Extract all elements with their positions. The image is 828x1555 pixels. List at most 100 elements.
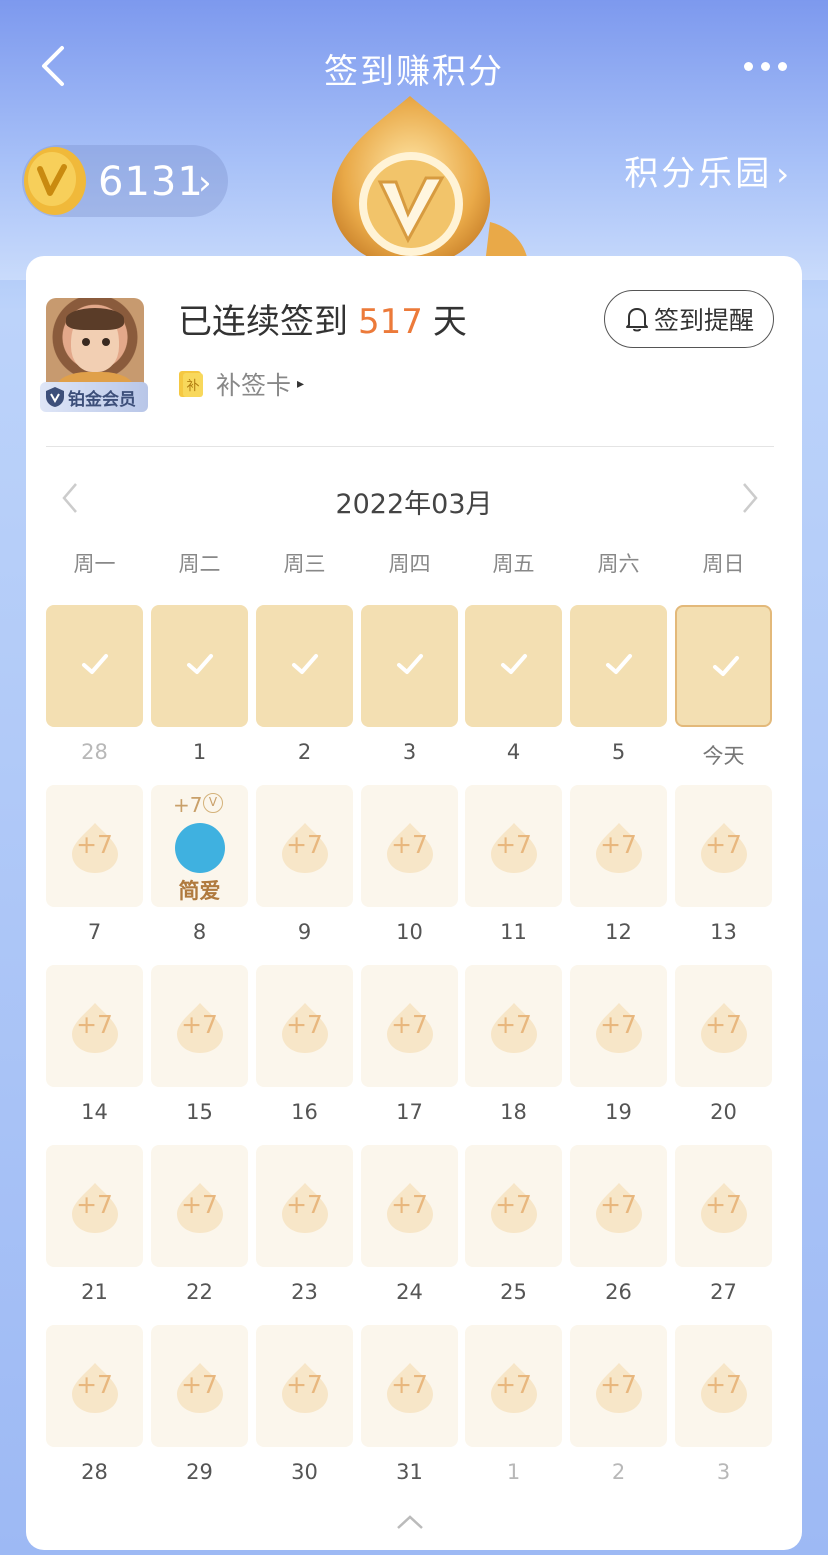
bell-icon	[625, 308, 648, 332]
calendar-day-label: 31	[396, 1460, 423, 1484]
chevron-right-icon[interactable]	[738, 478, 762, 518]
points-park-label: 积分乐园	[624, 154, 773, 194]
calendar-day-label: 18	[500, 1100, 527, 1124]
calendar-day-label: 8	[192, 920, 207, 944]
calendar-day-label: 12	[605, 920, 632, 944]
streak-text: 已连续签到 517 天	[178, 294, 467, 343]
calendar-day-cell[interactable]: +7	[46, 785, 143, 907]
calendar-day-cell[interactable]: +7	[256, 1325, 353, 1447]
calendar-day-label: 今天	[702, 744, 745, 768]
calendar-day-label: 3	[716, 1460, 731, 1484]
calendar-day-cell[interactable]: +7	[675, 965, 772, 1087]
reward-amount: +7	[181, 1370, 218, 1399]
reward-amount: +7	[705, 1370, 742, 1399]
calendar-day-cell[interactable]: +7	[570, 965, 667, 1087]
calendar-day-cell[interactable]: +7	[465, 965, 562, 1087]
calendar-day-cell[interactable]	[361, 605, 458, 727]
calendar-day-cell[interactable]	[256, 605, 353, 727]
page-title: 签到赚积分	[324, 52, 504, 92]
calendar-day-label: 2	[297, 740, 312, 764]
badge-label: 铂金会员	[68, 389, 136, 410]
calendar-day-label: 24	[396, 1280, 423, 1304]
reward-amount: +7	[76, 1190, 113, 1219]
calendar-day-cell[interactable]	[570, 605, 667, 727]
calendar-day-cell[interactable]: +7	[256, 1145, 353, 1267]
calendar-day-label: 3	[402, 740, 417, 764]
calendar-day-label: 9	[297, 920, 312, 944]
points-park-link[interactable]: 积分乐园 ›	[624, 146, 792, 195]
reward-amount: +7	[495, 830, 532, 859]
badge-shield-icon	[46, 387, 64, 407]
calendar-day-cell[interactable]: +7	[361, 785, 458, 907]
reward-amount: +7	[495, 1190, 532, 1219]
calendar-day-label: 4	[506, 740, 521, 764]
streak-suffix: 天	[432, 302, 467, 342]
calendar-day-cell[interactable]: +7	[151, 1145, 248, 1267]
weekday-label: 周三	[283, 552, 326, 576]
calendar-day-cell[interactable]: +7 V 简爱	[151, 785, 248, 907]
collapse-up-icon[interactable]	[394, 1512, 426, 1532]
reward-amount: +7	[286, 1010, 323, 1039]
calendar-day-cell[interactable]: +7	[465, 1325, 562, 1447]
reward-amount: +7	[286, 830, 323, 859]
reward-amount: +7	[391, 1010, 428, 1039]
more-button[interactable]	[740, 52, 790, 80]
more-dots-icon	[743, 61, 753, 71]
weekday-label: 周二	[178, 552, 221, 576]
calendar-day-cell[interactable]: +7	[361, 965, 458, 1087]
reward-amount: +7	[76, 830, 113, 859]
makeup-card-link[interactable]: 补 补签卡 ▸	[178, 366, 304, 402]
calendar-day-cell[interactable]: +7	[675, 1145, 772, 1267]
calendar-day-cell[interactable]	[465, 605, 562, 727]
reward-amount: +7	[600, 1190, 637, 1219]
reward-amount: +7	[391, 1370, 428, 1399]
calendar-day-cell[interactable]: +7	[46, 1325, 143, 1447]
reward-amount: +7	[600, 830, 637, 859]
checkin-reminder-button[interactable]: 签到提醒	[604, 290, 774, 348]
calendar-month-title: 2022年03月	[335, 489, 493, 520]
weekday-label: 周四	[388, 552, 431, 576]
calendar-day-cell[interactable]: +7	[151, 965, 248, 1087]
reward-amount: +7	[495, 1010, 532, 1039]
calendar-day-cell[interactable]: +7	[570, 785, 667, 907]
calendar-day-cell[interactable]	[151, 605, 248, 727]
weekday-label: 周一	[73, 552, 116, 576]
calendar-day-cell[interactable]: +7	[675, 1325, 772, 1447]
makeup-card-label: 补签卡	[216, 371, 292, 400]
chevron-right-icon: ›	[198, 163, 212, 203]
calendar-day-cell[interactable]: +7	[361, 1145, 458, 1267]
more-dot	[760, 61, 770, 71]
calendar-day-cell[interactable]: +7	[46, 1145, 143, 1267]
reward-amount: +7	[181, 1190, 218, 1219]
calendar-day-label: 11	[500, 920, 527, 944]
calendar-day-cell[interactable]: +7	[46, 965, 143, 1087]
calendar-day-cell[interactable]: +7	[465, 1145, 562, 1267]
streak-prefix: 已连续签到	[178, 302, 348, 342]
calendar-day-label: 21	[81, 1280, 108, 1304]
check-icon	[292, 654, 318, 674]
calendar-day-label: 10	[396, 920, 423, 944]
calendar-day-cell[interactable]: +7	[675, 785, 772, 907]
calendar-day-cell[interactable]: +7	[151, 1325, 248, 1447]
calendar-day-label: 25	[500, 1280, 527, 1304]
calendar-day-cell[interactable]: +7	[256, 965, 353, 1087]
calendar-day-label: 15	[186, 1100, 213, 1124]
calendar-day-label: 14	[81, 1100, 108, 1124]
calendar-day-label: 28	[81, 1460, 108, 1484]
reward-amount: +7	[76, 1010, 113, 1039]
calendar-day-label: 19	[605, 1100, 632, 1124]
calendar-day-cell[interactable]: +7	[256, 785, 353, 907]
points-balance-button[interactable]: 6131 ›	[22, 145, 228, 217]
calendar-day-label: 27	[710, 1280, 737, 1304]
reward-amount: +7	[600, 1010, 637, 1039]
calendar-day-cell[interactable]: +7	[570, 1145, 667, 1267]
calendar-day-label: 30	[291, 1460, 318, 1484]
calendar-day-cell[interactable]: +7	[465, 785, 562, 907]
reward-amount: +7	[286, 1190, 323, 1219]
calendar-day-cell[interactable]: +7	[570, 1325, 667, 1447]
calendar-day-label: 1	[192, 740, 207, 764]
calendar-day-cell[interactable]	[46, 605, 143, 727]
calendar-day-cell[interactable]: +7	[361, 1325, 458, 1447]
streak-days: 517	[358, 302, 423, 342]
calendar-day-cell[interactable]	[675, 605, 772, 727]
